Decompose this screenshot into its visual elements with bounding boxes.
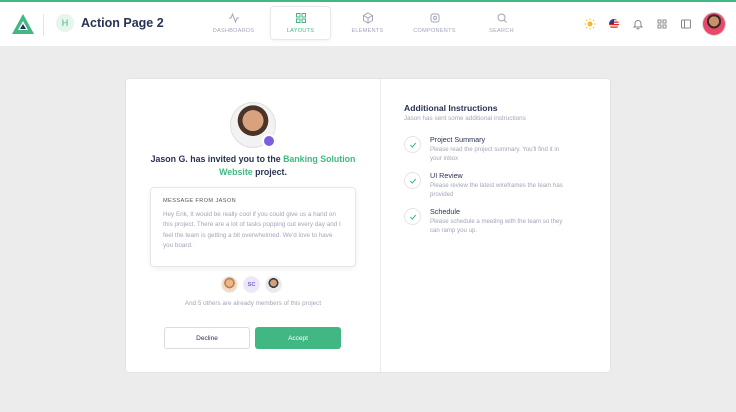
instruction-step: Project Summary Please read the project … — [404, 133, 584, 167]
nav-label: DASHBOARDS — [212, 28, 255, 34]
sidebar-toggle[interactable] — [674, 10, 698, 38]
nav-dashboards[interactable]: DASHBOARDS — [200, 6, 267, 40]
member-avatar-initials: SC — [243, 276, 260, 293]
invitation-panel: Jason G. has invited you to the Banking … — [126, 79, 380, 372]
invitation-card: Jason G. has invited you to the Banking … — [125, 78, 611, 373]
top-navbar: H Action Page 2 DASHBOARDS LAYOUTS ELEME… — [0, 0, 736, 46]
sidebar-icon — [681, 19, 691, 29]
instruction-step: Schedule Please schedule a meeting with … — [404, 205, 584, 239]
page-title: Action Page 2 — [81, 16, 164, 30]
member-avatars: SC — [221, 276, 287, 293]
header-divider — [43, 14, 44, 36]
step-title: Schedule — [430, 207, 460, 216]
instructions-subtitle: Jason has sent some additional instructi… — [404, 115, 526, 122]
invite-prefix: Jason G. has invited you to the — [150, 154, 284, 164]
app-logo[interactable] — [12, 14, 34, 34]
message-heading: MESSAGE FROM JASON — [163, 198, 237, 204]
nav-search[interactable]: SEARCH — [468, 6, 535, 40]
check-icon — [404, 172, 421, 189]
box-icon — [362, 12, 373, 24]
step-description: Please read the project summary. You'll … — [430, 146, 560, 163]
inviter-badge — [262, 134, 276, 148]
nav-label: SEARCH — [489, 28, 514, 34]
message-body: Hey Erik, It would be really cool if you… — [163, 211, 341, 250]
grid-icon — [295, 13, 306, 23]
members-note: And 5 others are already members of this… — [184, 300, 322, 307]
nav-layouts[interactable]: LAYOUTS — [270, 6, 331, 40]
instructions-panel: Additional Instructions Jason has sent s… — [381, 79, 611, 372]
nav-elements[interactable]: ELEMENTS — [334, 6, 401, 40]
step-description: Please schedule a meeting with the team … — [430, 218, 563, 235]
member-avatar — [221, 276, 238, 293]
invite-suffix: project. — [252, 167, 287, 177]
notifications-button[interactable] — [626, 10, 650, 38]
us-flag-icon — [609, 19, 619, 29]
accept-button[interactable]: Accept — [255, 327, 341, 349]
theme-toggle[interactable] — [578, 10, 602, 38]
step-title: Project Summary — [430, 135, 486, 144]
check-icon — [404, 136, 421, 153]
step-description: Please review the latest wireframes the … — [430, 182, 563, 199]
invitation-text: Jason G. has invited you to the Banking … — [146, 153, 360, 179]
nav-label: LAYOUTS — [286, 28, 315, 34]
activity-icon — [228, 12, 239, 24]
apps-button[interactable] — [650, 10, 674, 38]
member-avatar — [265, 276, 282, 293]
user-avatar[interactable] — [702, 12, 726, 36]
nav-label: ELEMENTS — [351, 28, 384, 34]
header-actions — [578, 10, 726, 38]
language-selector[interactable] — [602, 10, 626, 38]
nav-components[interactable]: COMPONENTS — [401, 6, 468, 40]
nav-label: COMPONENTS — [413, 28, 456, 34]
page-avatar: H — [56, 14, 74, 32]
apps-grid-icon — [657, 19, 667, 29]
instructions-title: Additional Instructions — [404, 103, 498, 113]
main-nav: DASHBOARDS LAYOUTS ELEMENTS COMPONENTS S… — [200, 6, 535, 44]
search-icon — [497, 13, 507, 23]
check-icon — [404, 208, 421, 225]
message-box: MESSAGE FROM JASON Hey Erik, It would be… — [150, 187, 356, 267]
instruction-step: UI Review Please review the latest wiref… — [404, 169, 584, 203]
decline-button[interactable]: Decline — [164, 327, 250, 349]
step-title: UI Review — [430, 171, 463, 180]
sun-icon — [584, 18, 596, 30]
settings-icon — [430, 13, 439, 23]
bell-icon — [632, 20, 644, 30]
